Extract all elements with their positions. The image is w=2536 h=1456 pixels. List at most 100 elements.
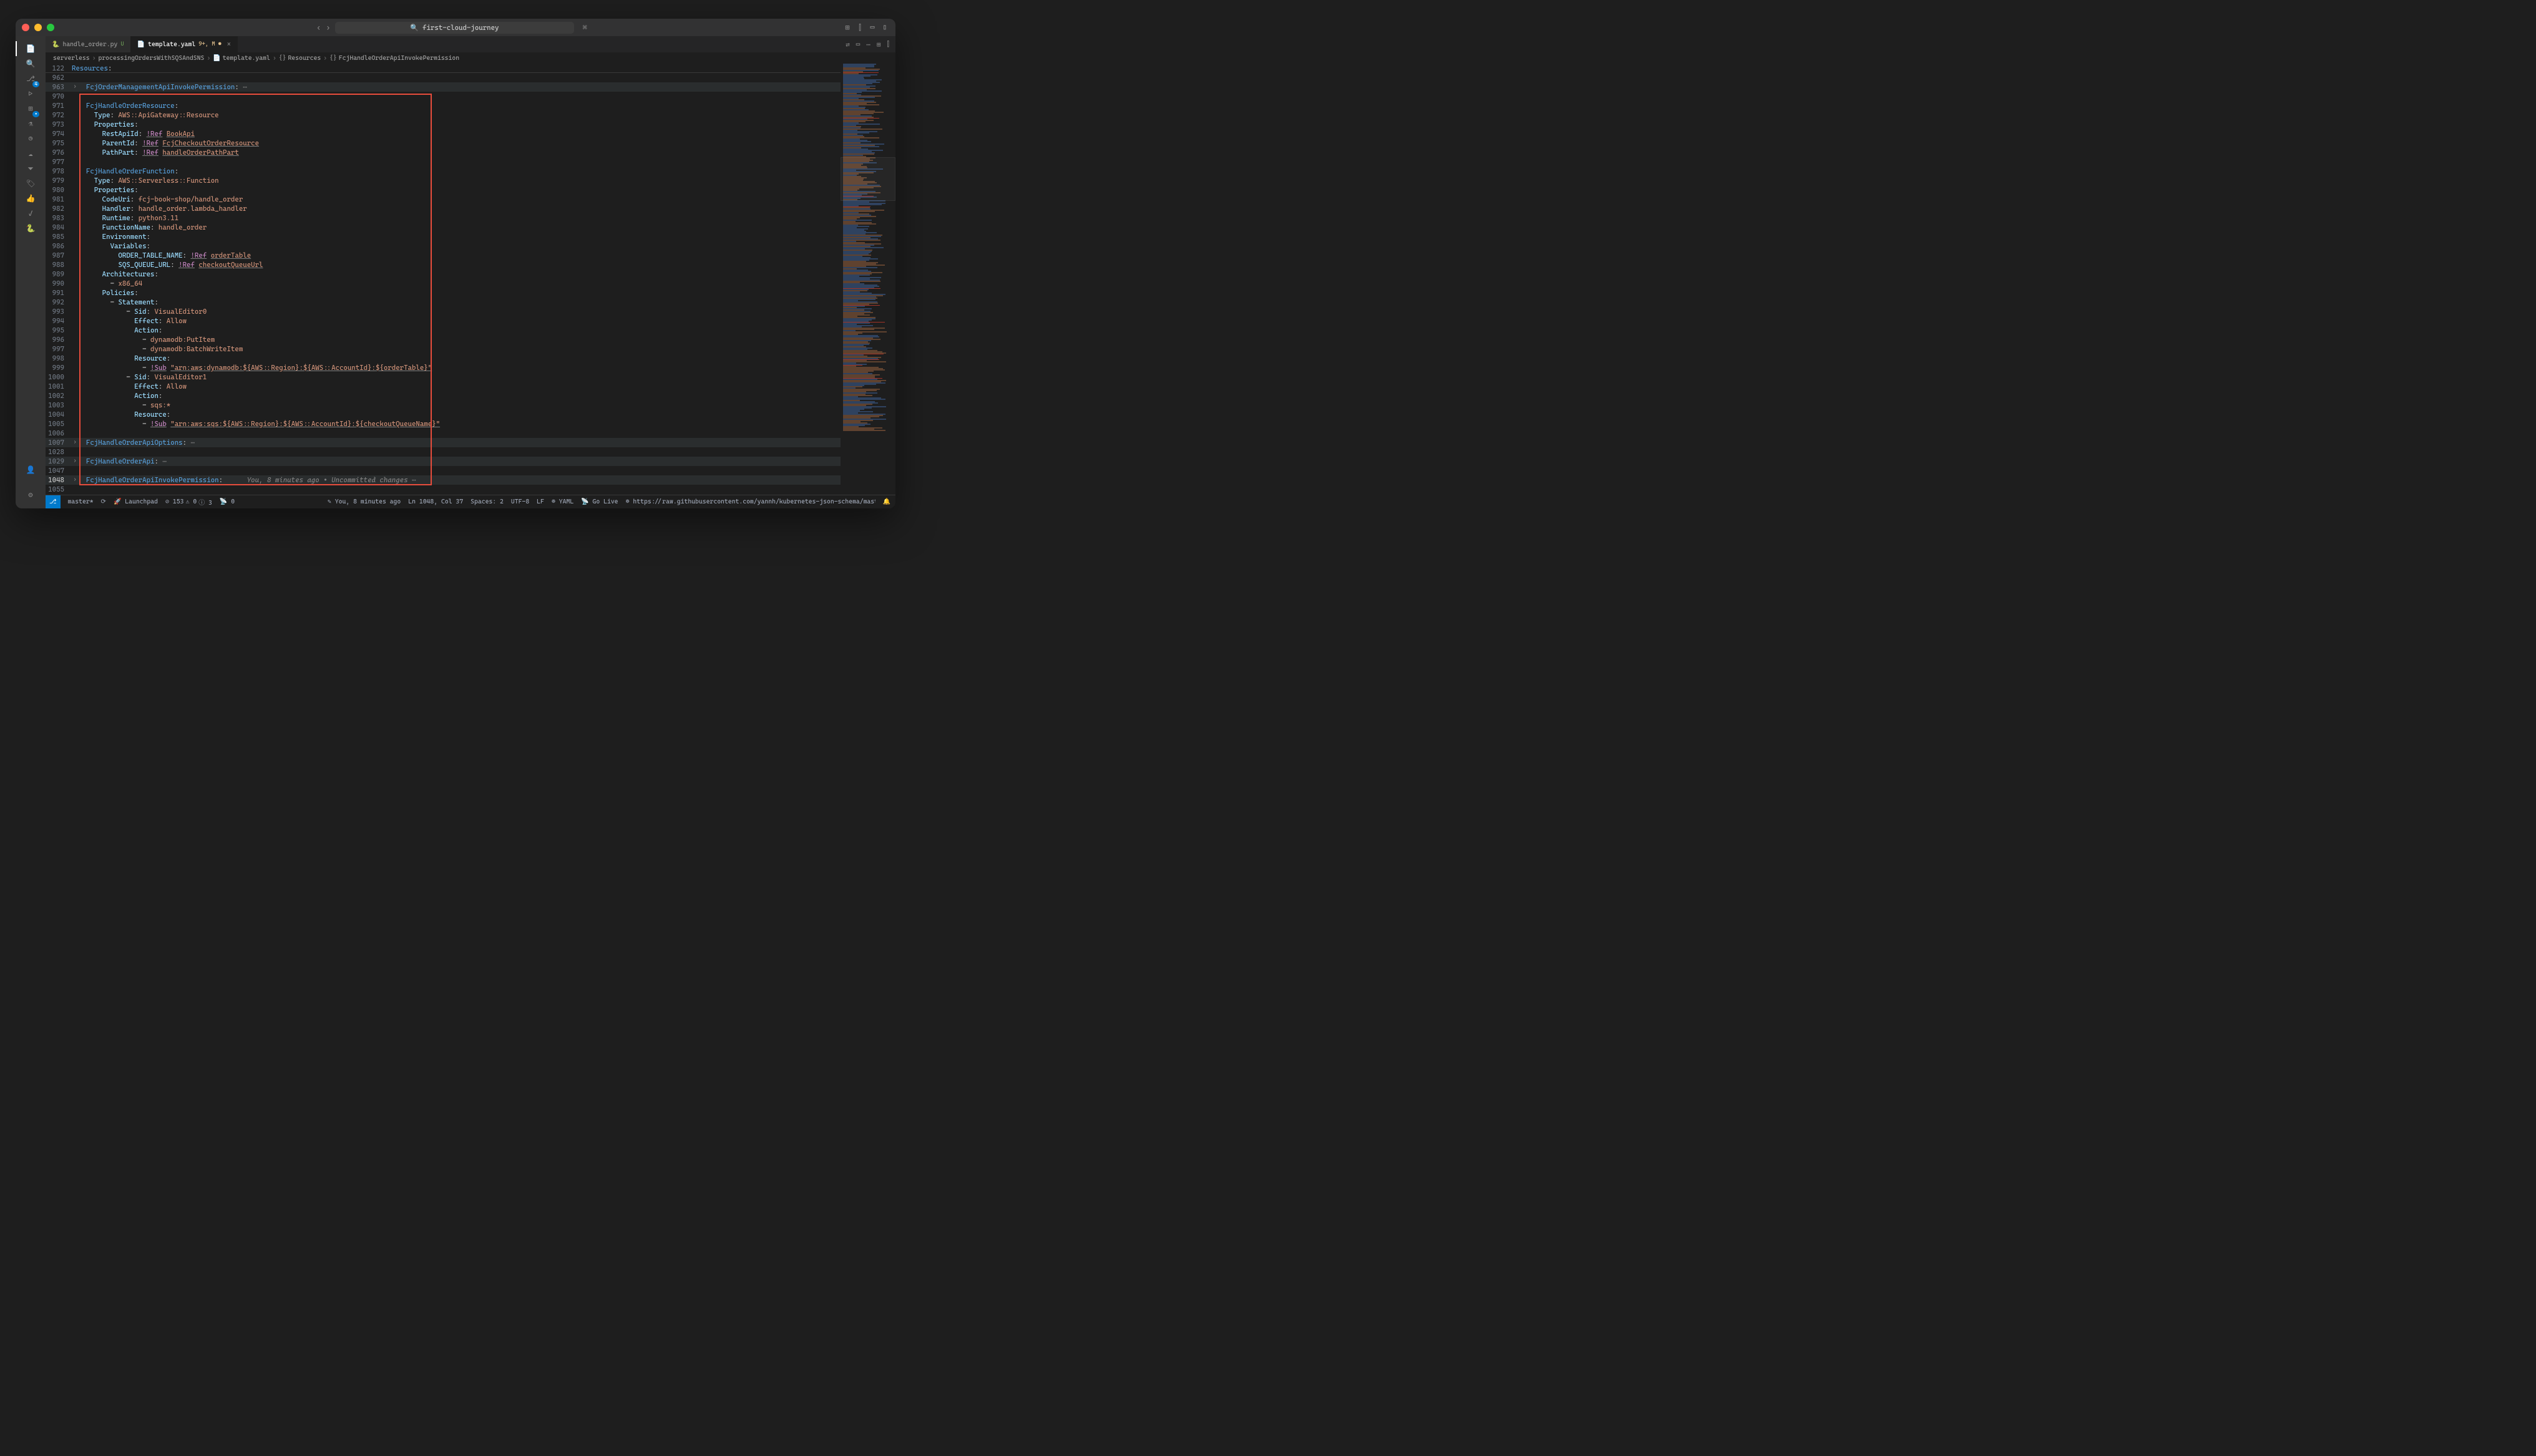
breadcrumb-item[interactable]: serverless — [53, 55, 90, 62]
git-sync[interactable]: ⟳ — [101, 498, 106, 505]
code-line[interactable]: 995 Action: — [46, 326, 841, 335]
fold-icon[interactable]: › — [72, 457, 78, 466]
code-line[interactable]: 988 SQS_QUEUE_URL: !Ref checkoutQueueUrl — [46, 260, 841, 269]
code-line[interactable]: 974 RestApiId: !Ref BookApi — [46, 129, 841, 138]
filter-icon[interactable]: ⏷ — [23, 161, 38, 176]
code-line[interactable]: 1004 Resource: — [46, 410, 841, 419]
code-line[interactable]: 971 FcjHandleOrderResource: — [46, 101, 841, 110]
code-line[interactable]: 983 Runtime: python3.11 — [46, 213, 841, 223]
testing-icon[interactable]: ⚗ — [23, 116, 38, 131]
ports[interactable]: 📡 0 — [220, 498, 235, 505]
editor-action-icon-2[interactable]: ⋯ — [866, 41, 871, 49]
breadcrumb-item[interactable]: {}FcjHandleOrderApiInvokePermission — [329, 55, 459, 62]
code-line[interactable]: 1055 — [46, 485, 841, 494]
extensions-icon[interactable]: ⊞• — [23, 101, 38, 116]
code-line[interactable]: 976 PathPart: !Ref handleOrderPathPart — [46, 148, 841, 157]
minimap[interactable] — [841, 64, 895, 495]
code-line[interactable]: 977 — [46, 157, 841, 167]
close-icon[interactable]: × — [227, 41, 231, 48]
code-line[interactable]: 1002 Action: — [46, 391, 841, 400]
source-control-icon[interactable]: ⎇4 — [23, 71, 38, 86]
code-line[interactable]: 991 Policies: — [46, 288, 841, 298]
code-line[interactable]: 1048› FcjHandleOrderApiInvokePermission:… — [46, 475, 841, 485]
code-line[interactable]: 1000 - Sid: VisualEditor1 — [46, 372, 841, 382]
toggle-sidebar-icon[interactable]: ⫿ — [856, 23, 864, 32]
breadcrumb-item[interactable]: {}Resources — [279, 55, 321, 62]
eol[interactable]: LF — [537, 498, 544, 505]
problems-errors[interactable]: ⊘ 153 ⚠ 0 ⓘ 3 — [165, 497, 212, 507]
breadcrumbs[interactable]: serverless›processingOrdersWithSQSAndSNS… — [46, 52, 895, 64]
check-icon[interactable]: ✓ — [23, 206, 38, 221]
minimap-viewport[interactable] — [841, 157, 895, 201]
code-line[interactable]: 981 CodeUri: fcj-book-shop/handle_order — [46, 195, 841, 204]
cursor-position[interactable]: Ln 1048, Col 37 — [408, 498, 463, 505]
go-live[interactable]: 📡 Go Live — [581, 498, 618, 505]
code-line[interactable]: 1007› FcjHandleOrderApiOptions: ⋯ — [46, 438, 841, 447]
code-line[interactable]: 979 Type: AWS::Serverless::Function — [46, 176, 841, 185]
notifications-icon[interactable]: 🔔 — [883, 498, 890, 505]
toggle-secondary-icon[interactable]: ▯ — [880, 23, 889, 32]
language-mode[interactable]: ☸ YAML — [552, 498, 573, 505]
code-line[interactable]: 1003 - sqs:* — [46, 400, 841, 410]
tab-template.yaml[interactable]: 📄template.yaml9+, M●× — [131, 36, 238, 52]
code-line[interactable]: 998 Resource: — [46, 354, 841, 363]
accounts-icon[interactable]: 👤 — [23, 462, 38, 477]
layout-grid-icon[interactable]: ⊞ — [843, 23, 852, 32]
code-line[interactable]: 962 — [46, 73, 841, 82]
code-line[interactable]: 990 - x86_64 — [46, 279, 841, 288]
tab-handle_order.py[interactable]: 🐍handle_order.pyU — [46, 36, 131, 52]
sticky-scroll-header[interactable]: 122Resources: — [46, 64, 841, 73]
command-center[interactable]: 🔍 first-cloud-journey — [335, 22, 573, 34]
nav-back-icon[interactable]: ‹ — [316, 23, 321, 32]
code-line[interactable]: 1047 — [46, 466, 841, 475]
thumbs-icon[interactable]: 👍 — [23, 191, 38, 206]
code-line[interactable]: 963› FcjOrderManagementApiInvokePermissi… — [46, 82, 841, 92]
code-line[interactable]: 1001 Effect: Allow — [46, 382, 841, 391]
code-line[interactable]: 972 Type: AWS::ApiGateway::Resource — [46, 110, 841, 120]
editor-action-icon-0[interactable]: ⇄ — [846, 41, 850, 49]
fold-icon[interactable]: › — [72, 475, 78, 485]
code-line[interactable]: 1006 — [46, 429, 841, 438]
editor-action-icon-4[interactable]: ⫿ — [887, 40, 889, 49]
close-window-button[interactable] — [22, 24, 29, 31]
editor[interactable]: 122Resources:962 963› FcjOrderManagement… — [46, 64, 895, 495]
fold-icon[interactable]: › — [72, 82, 78, 92]
launchpad[interactable]: 🚀 Launchpad — [114, 498, 158, 505]
minimize-window-button[interactable] — [34, 24, 42, 31]
code-line[interactable]: 985 Environment: — [46, 232, 841, 241]
code-line[interactable]: 989 Architectures: — [46, 269, 841, 279]
settings-icon[interactable]: ⚙ — [23, 487, 38, 502]
code-line[interactable]: 986 Variables: — [46, 241, 841, 251]
breadcrumb-item[interactable]: processingOrdersWithSQSAndSNS — [98, 55, 204, 62]
editor-action-icon-3[interactable]: ⊞ — [877, 41, 881, 49]
remote-indicator[interactable]: ⎇ — [46, 495, 61, 509]
yaml-schema[interactable]: ☸ https://raw.githubusercontent.com/yann… — [626, 498, 875, 505]
code-line[interactable]: 997 - dynamodb:BatchWriteItem — [46, 344, 841, 354]
indentation[interactable]: Spaces: 2 — [471, 498, 504, 505]
code-line[interactable]: 980 Properties: — [46, 185, 841, 195]
maximize-window-button[interactable] — [47, 24, 54, 31]
explorer-icon[interactable]: 📄 — [23, 41, 38, 56]
git-blame[interactable]: ✎ You, 8 minutes ago — [328, 498, 401, 505]
code-line[interactable]: 984 FunctionName: handle_order — [46, 223, 841, 232]
server-icon[interactable]: ☁ — [23, 146, 38, 161]
breadcrumb-item[interactable]: 📄template.yaml — [213, 55, 270, 62]
git-branch[interactable]: master* — [68, 498, 94, 505]
code-line[interactable]: 1005 - !Sub "arn:aws:sqs:${AWS::Region}:… — [46, 419, 841, 429]
editor-action-icon-1[interactable]: ▭ — [856, 41, 860, 49]
toggle-panel-icon[interactable]: ▭ — [868, 23, 877, 32]
tags-icon[interactable]: 🏷 — [23, 176, 38, 191]
code-line[interactable]: 992 - Statement: — [46, 298, 841, 307]
python-icon[interactable]: 🐍 — [23, 221, 38, 236]
run-debug-icon[interactable]: ▷ — [23, 86, 38, 101]
code-line[interactable]: 978 FcjHandleOrderFunction: — [46, 167, 841, 176]
code-line[interactable]: 996 - dynamodb:PutItem — [46, 335, 841, 344]
timeline-icon[interactable]: ◷ — [23, 131, 38, 146]
copilot-icon[interactable]: ⌘ — [583, 23, 587, 32]
code-line[interactable]: 970 — [46, 92, 841, 101]
code-line[interactable]: 999 - !Sub "arn:aws:dynamodb:${AWS::Regi… — [46, 363, 841, 372]
code-line[interactable]: 982 Handler: handle_order.lambda_handler — [46, 204, 841, 213]
code-line[interactable]: 973 Properties: — [46, 120, 841, 129]
code-line[interactable]: 987 ORDER_TABLE_NAME: !Ref orderTable — [46, 251, 841, 260]
code-line[interactable]: 994 Effect: Allow — [46, 316, 841, 326]
